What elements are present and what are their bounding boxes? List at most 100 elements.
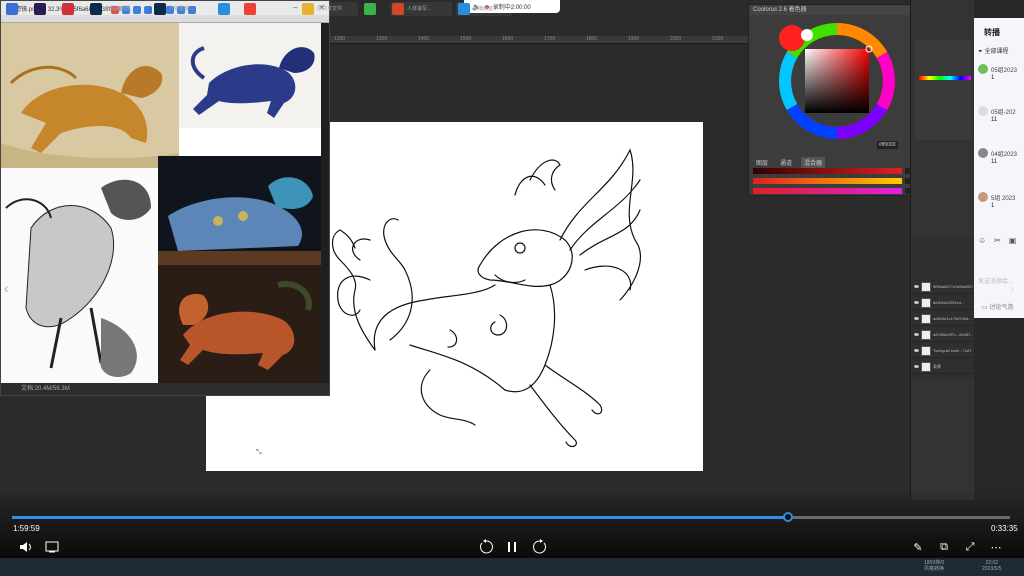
layer-row[interactable]: d87d96c9f7c...8e4ff7.... (912, 328, 974, 342)
layer-thumbnail (921, 345, 931, 356)
filter-icon: ⏷ (978, 49, 983, 55)
taskbar-app-folder[interactable]: 已共享文件 (300, 2, 358, 16)
ruler-tick-label: 1500 (460, 36, 472, 42)
subtitle-button[interactable] (44, 539, 60, 555)
color-panel-title: Coolorus 2.6 着色器 (749, 5, 921, 15)
picture-in-picture-button[interactable]: ⧉ (936, 539, 952, 555)
chat-input[interactable]: 发送消息给... (978, 276, 1013, 285)
all-courses-filter[interactable]: ⏷ 全部课程 (974, 46, 1024, 56)
color-picker-panel[interactable]: Coolorus 2.6 着色器 图层 通道 混合器 #ff0000 (748, 4, 922, 196)
fullscreen-icon: ⤢ (965, 540, 975, 553)
eye-icon[interactable] (914, 349, 919, 352)
taskbar-app-after-effects[interactable] (32, 2, 50, 16)
chat-toolbar: ☺ ✂ ▣ (978, 236, 1016, 245)
avatar (978, 64, 988, 74)
forward-button[interactable] (531, 539, 549, 555)
layers-panel[interactable]: 5f5f6a6877e38f3e8f07... 8e84f4d2591ed...… (912, 238, 974, 378)
folder-icon (302, 3, 314, 15)
background-color-swatch[interactable] (801, 29, 813, 41)
eye-icon[interactable] (914, 285, 919, 288)
reference-ruler (1, 15, 329, 23)
eye-icon[interactable] (914, 301, 919, 304)
chrome-icon (244, 3, 256, 15)
chat-header: 转播 (984, 28, 1000, 37)
wechat-icon (364, 3, 376, 15)
chat-item[interactable]: 05组2023 1 (978, 64, 1024, 94)
discussion-bubble-button[interactable]: ▭ 讨论气泡 (982, 302, 1013, 311)
layer-thumbnail (921, 297, 931, 308)
image-icon[interactable]: ▣ (1009, 236, 1017, 245)
chat-item[interactable]: 05组-202 11 (978, 106, 1024, 136)
swatch-bar[interactable] (919, 76, 971, 80)
taskbar-app-chrome[interactable] (242, 2, 260, 16)
annotate-button[interactable]: ✎ (910, 539, 926, 555)
photoshop-1-icon (90, 3, 102, 15)
chat-item[interactable]: 5组 2023 1 (978, 192, 1024, 222)
reference-image-ceramic-qilin (158, 156, 321, 265)
layer-row[interactable]: 背景 (912, 360, 974, 374)
layer-row[interactable]: a0894e1c17b872e6... (912, 312, 974, 326)
pause-icon (508, 542, 516, 552)
eye-icon[interactable] (914, 365, 919, 368)
taskbar-app-photoshop-2[interactable]: 人物模板... (152, 2, 212, 16)
layer-row[interactable]: Toshiyuki Inuki - Tu87... (5) (912, 344, 974, 358)
taskbar-app-label: 作品编辑器... (105, 6, 135, 12)
eye-icon[interactable] (914, 317, 919, 320)
fullscreen-button[interactable]: ⤢ (962, 539, 978, 555)
taskbar-app-label: 直播教室 (473, 6, 494, 12)
resize-cursor-icon: ⤡ (256, 449, 262, 456)
more-icon: ⋯ (990, 541, 1002, 554)
hex-field[interactable]: #ff0000 (877, 141, 898, 149)
more-button[interactable]: ⋯ (988, 539, 1004, 555)
chat-item[interactable]: 04组2023 11 (978, 148, 1024, 178)
reference-image-window[interactable]: ← 滤镜.psd @ 32.3% (5f5f6a6877e38f3e8f... … (0, 0, 330, 396)
rewind-button[interactable] (477, 539, 495, 555)
remaining-time: 0:33:35 (991, 524, 1018, 533)
taskbar-app-wechat[interactable] (362, 2, 380, 16)
properties-panel (915, 40, 971, 140)
reference-image-sketch-qilin (1, 168, 158, 385)
system-clock[interactable]: 22:02 2023/5/5 (982, 560, 1001, 572)
tray-text: 1869排/0 风格转换 (924, 560, 945, 572)
taskbar-app-netease[interactable] (60, 2, 78, 16)
netease-icon (62, 3, 74, 15)
ruler-tick-label: 1400 (418, 36, 430, 42)
previous-arrow-icon[interactable]: ‹ (4, 280, 9, 296)
emoji-icon[interactable]: ☺ (978, 236, 986, 245)
progress-bar[interactable] (12, 512, 1010, 522)
taskbar-app-player[interactable]: 直播教室 (456, 2, 512, 16)
ruler-tick-label: 1700 (544, 36, 556, 42)
layer-thumbnail (921, 313, 931, 324)
scissors-icon[interactable]: ✂ (994, 236, 1001, 245)
layer-row[interactable]: 8e84f4d2591ed... (912, 296, 974, 310)
slider-g[interactable]: 0 (753, 177, 919, 184)
subtitle-icon (45, 541, 59, 553)
taskbar-app-label: 人体速写... (407, 6, 432, 12)
windows-taskbar (0, 558, 1024, 576)
chat-side-panel[interactable]: 转播 ⏷ 全部课程 05组2023 1 05组-202 11 04组2023 1… (974, 18, 1024, 318)
minimize-icon[interactable]: – (293, 3, 297, 12)
pause-button[interactable] (504, 539, 520, 555)
slider-b[interactable]: 0 (753, 187, 919, 194)
avatar (978, 192, 988, 202)
screen: 1200 1300 1400 1500 1600 1700 1800 1900 2000 2100… (0, 0, 1024, 576)
reference-image-lacquer-qilin (158, 265, 321, 385)
reference-image-golden-qilin (1, 23, 179, 168)
pen-icon: ✎ (913, 541, 923, 554)
taskbar-app-start[interactable] (4, 2, 22, 16)
layer-row[interactable]: 5f5f6a6877e38f3e8f07... (912, 280, 974, 294)
ruler-tick-label: 1900 (628, 36, 640, 42)
after-effects-icon (34, 3, 46, 15)
current-time: 1:59:59 (13, 524, 40, 533)
eye-icon[interactable] (914, 333, 919, 336)
bubble-icon: ▭ (982, 305, 988, 311)
taskbar-app-browser[interactable] (216, 2, 234, 16)
ruler-tick-label: 1600 (502, 36, 514, 42)
taskbar-app-powerpoint[interactable]: 人体速写... (390, 2, 452, 16)
volume-button[interactable] (18, 539, 34, 555)
photoshop-2-icon (154, 3, 166, 15)
slider-r[interactable]: 255 (753, 167, 919, 174)
next-arrow-icon[interactable]: › (1010, 280, 1015, 296)
layer-thumbnail (921, 361, 931, 372)
taskbar-app-photoshop-1[interactable]: 作品编辑器... (88, 2, 148, 16)
